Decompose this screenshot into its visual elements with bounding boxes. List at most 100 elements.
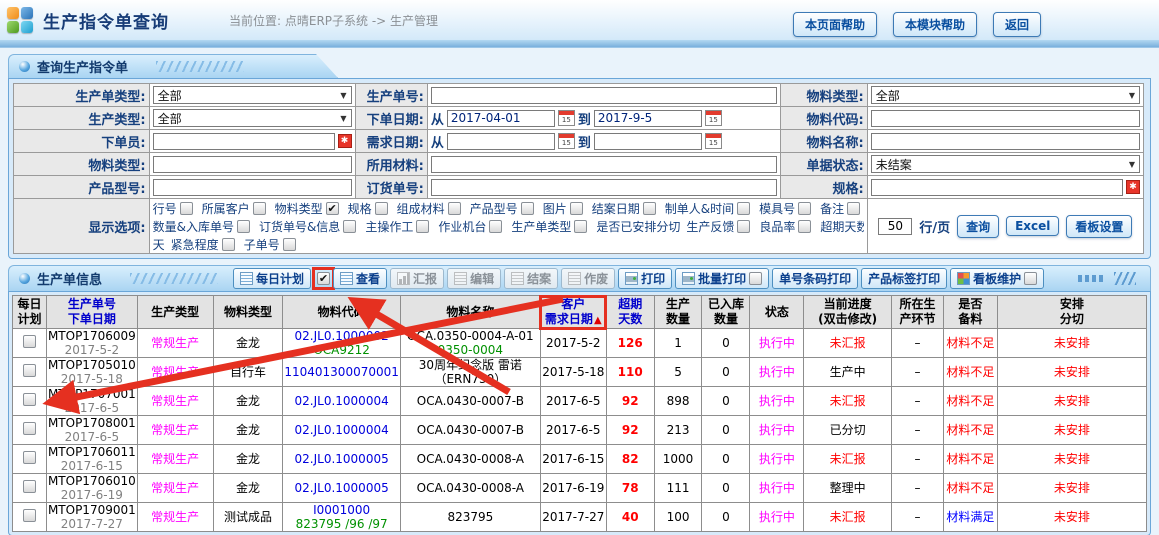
product-label-print-button[interactable]: 产品标签打印 bbox=[861, 268, 947, 289]
column-header-mat_name[interactable]: 物料名称 bbox=[400, 296, 540, 329]
option-checkbox[interactable] bbox=[521, 202, 534, 215]
page-help-button[interactable]: 本页面帮助 bbox=[793, 12, 877, 37]
column-header-mat_type[interactable]: 物料类型 bbox=[213, 296, 283, 329]
option-checkbox[interactable] bbox=[798, 202, 811, 215]
cell-order_no: MTOP17080012017-6-5 bbox=[46, 416, 137, 445]
production-order-type-select[interactable]: 全部 ▼ bbox=[153, 86, 352, 104]
row-select-checkbox[interactable] bbox=[23, 364, 36, 377]
material-type-select[interactable]: 全部▼ bbox=[871, 86, 1140, 104]
option-checkbox[interactable] bbox=[570, 202, 583, 215]
column-header-daily[interactable]: 每日计划 bbox=[13, 296, 47, 329]
row-select-checkbox[interactable] bbox=[23, 451, 36, 464]
column-header-prod_type[interactable]: 生产类型 bbox=[137, 296, 213, 329]
demand-date-range-to-input[interactable] bbox=[594, 133, 702, 150]
option-checkbox[interactable] bbox=[798, 220, 811, 233]
batch-print-button-checkbox[interactable] bbox=[749, 272, 762, 285]
option-checkbox[interactable] bbox=[737, 220, 750, 233]
cell-value: 1 bbox=[656, 336, 701, 350]
option-checkbox[interactable] bbox=[737, 202, 750, 215]
column-header-status[interactable]: 状态 bbox=[750, 296, 804, 329]
column-header-prep[interactable]: 是否备料 bbox=[943, 296, 997, 329]
excel-button[interactable]: Excel bbox=[1006, 216, 1059, 236]
column-header-qty[interactable]: 生产数量 bbox=[654, 296, 702, 329]
option-checkbox[interactable] bbox=[180, 202, 193, 215]
option-checkbox[interactable] bbox=[489, 220, 502, 233]
chevron-down-icon: ▼ bbox=[337, 91, 349, 100]
board-maintain-button[interactable]: 看板维护 bbox=[950, 268, 1044, 289]
daily-plan-button[interactable]: 每日计划 bbox=[233, 268, 311, 289]
cell-mat_type: 金龙 bbox=[213, 445, 283, 474]
calendar-icon[interactable] bbox=[558, 133, 575, 149]
column-header-progress[interactable]: 当前进度(双击修改) bbox=[804, 296, 892, 329]
column-header-mat_code[interactable]: 物料代码 bbox=[283, 296, 401, 329]
row-select-checkbox[interactable] bbox=[23, 335, 36, 348]
spec-input[interactable] bbox=[871, 179, 1123, 196]
spec-input-picker-icon[interactable]: ✱ bbox=[1126, 180, 1140, 194]
cell-overdue: 92 bbox=[606, 387, 654, 416]
option-checkbox[interactable] bbox=[847, 202, 860, 215]
production-order-no-input[interactable] bbox=[431, 87, 778, 104]
order-date-range-to-input[interactable]: 2017-9-5 bbox=[594, 110, 702, 127]
module-help-button[interactable]: 本模块帮助 bbox=[893, 12, 977, 37]
board-settings-button[interactable]: 看板设置 bbox=[1066, 215, 1132, 238]
print-button[interactable]: 打印 bbox=[618, 268, 672, 289]
column-header-arrange[interactable]: 安排分切 bbox=[997, 296, 1146, 329]
order-clerk-input[interactable] bbox=[153, 133, 335, 150]
query-form-row: 生产类型:全部▼下单日期:从2017-04-01到2017-9-5物料代码: bbox=[14, 107, 1144, 130]
calendar-icon[interactable] bbox=[558, 110, 575, 126]
option-checkbox[interactable] bbox=[643, 202, 656, 215]
order-date-range-from-input[interactable]: 2017-04-01 bbox=[447, 110, 555, 127]
batch-print-button[interactable]: 批量打印 bbox=[675, 268, 769, 289]
option-checkbox[interactable] bbox=[253, 202, 266, 215]
barcode-print-button[interactable]: 单号条码打印 bbox=[772, 268, 858, 289]
daily-plan-checkbox[interactable]: ✔ bbox=[317, 272, 330, 285]
demand-date-range-from-input[interactable] bbox=[447, 133, 555, 150]
option-checkbox[interactable] bbox=[416, 220, 429, 233]
purchase-order-no-input[interactable] bbox=[431, 179, 778, 196]
row-select-checkbox[interactable] bbox=[23, 480, 36, 493]
view-button[interactable]: 查看 bbox=[333, 268, 387, 289]
option-checkbox[interactable] bbox=[375, 202, 388, 215]
board-maintain-button-checkbox[interactable] bbox=[1024, 272, 1037, 285]
field-cell bbox=[149, 176, 355, 199]
doc-status-select[interactable]: 未结案▼ bbox=[871, 155, 1140, 173]
option-checkbox[interactable] bbox=[448, 202, 461, 215]
row-select-checkbox[interactable] bbox=[23, 393, 36, 406]
material-name-input[interactable] bbox=[871, 133, 1140, 150]
order-clerk-input-picker-icon[interactable]: ✱ bbox=[338, 134, 352, 148]
product-model-input[interactable] bbox=[153, 179, 352, 196]
production-type-select[interactable]: 全部▼ bbox=[153, 109, 352, 127]
material-code-input[interactable] bbox=[871, 110, 1140, 127]
cell-mat_code: 110401300070001 bbox=[283, 358, 401, 387]
calendar-icon[interactable] bbox=[705, 133, 722, 149]
option-checkbox[interactable]: ✔ bbox=[326, 202, 339, 215]
close-case-button: 结案 bbox=[504, 268, 558, 289]
progress-value: 未汇报 bbox=[805, 394, 890, 408]
column-header-overdue[interactable]: 超期天数 bbox=[606, 296, 654, 329]
option-checkbox[interactable] bbox=[343, 220, 356, 233]
calendar-icon[interactable] bbox=[705, 110, 722, 126]
used-material-input[interactable] bbox=[431, 156, 778, 173]
page-size-input[interactable]: 50 bbox=[878, 218, 912, 235]
column-header-in_qty[interactable]: 已入库数量 bbox=[702, 296, 750, 329]
search-button[interactable]: 查询 bbox=[957, 215, 999, 238]
option-checkbox[interactable] bbox=[574, 220, 587, 233]
row-select-checkbox[interactable] bbox=[23, 422, 36, 435]
column-header-cust_date[interactable]: 客户需求日期▲ bbox=[540, 296, 606, 329]
cell-mat_code: I0001000823795 /96 /97 bbox=[283, 503, 401, 532]
selected-value: 全部 bbox=[158, 110, 182, 127]
material-type-input[interactable] bbox=[153, 156, 352, 173]
column-header-order_no[interactable]: 生产单号下单日期 bbox=[46, 296, 137, 329]
field-purchase-order-no-input bbox=[431, 179, 778, 196]
cell-status: 执行中 bbox=[750, 416, 804, 445]
option-checkbox[interactable] bbox=[283, 238, 296, 251]
selected-value: 全部 bbox=[158, 87, 182, 104]
cell-stage: – bbox=[892, 503, 944, 532]
option-checkbox[interactable] bbox=[237, 220, 250, 233]
row-select-checkbox[interactable] bbox=[23, 509, 36, 522]
column-header-stage[interactable]: 所在生产环节 bbox=[892, 296, 944, 329]
option-checkbox[interactable] bbox=[222, 238, 235, 251]
selected-value: 未结案 bbox=[876, 156, 912, 173]
cell-mat_name: OCA.0430-0007-B bbox=[400, 416, 540, 445]
field-cell: 未结案▼ bbox=[867, 153, 1143, 176]
